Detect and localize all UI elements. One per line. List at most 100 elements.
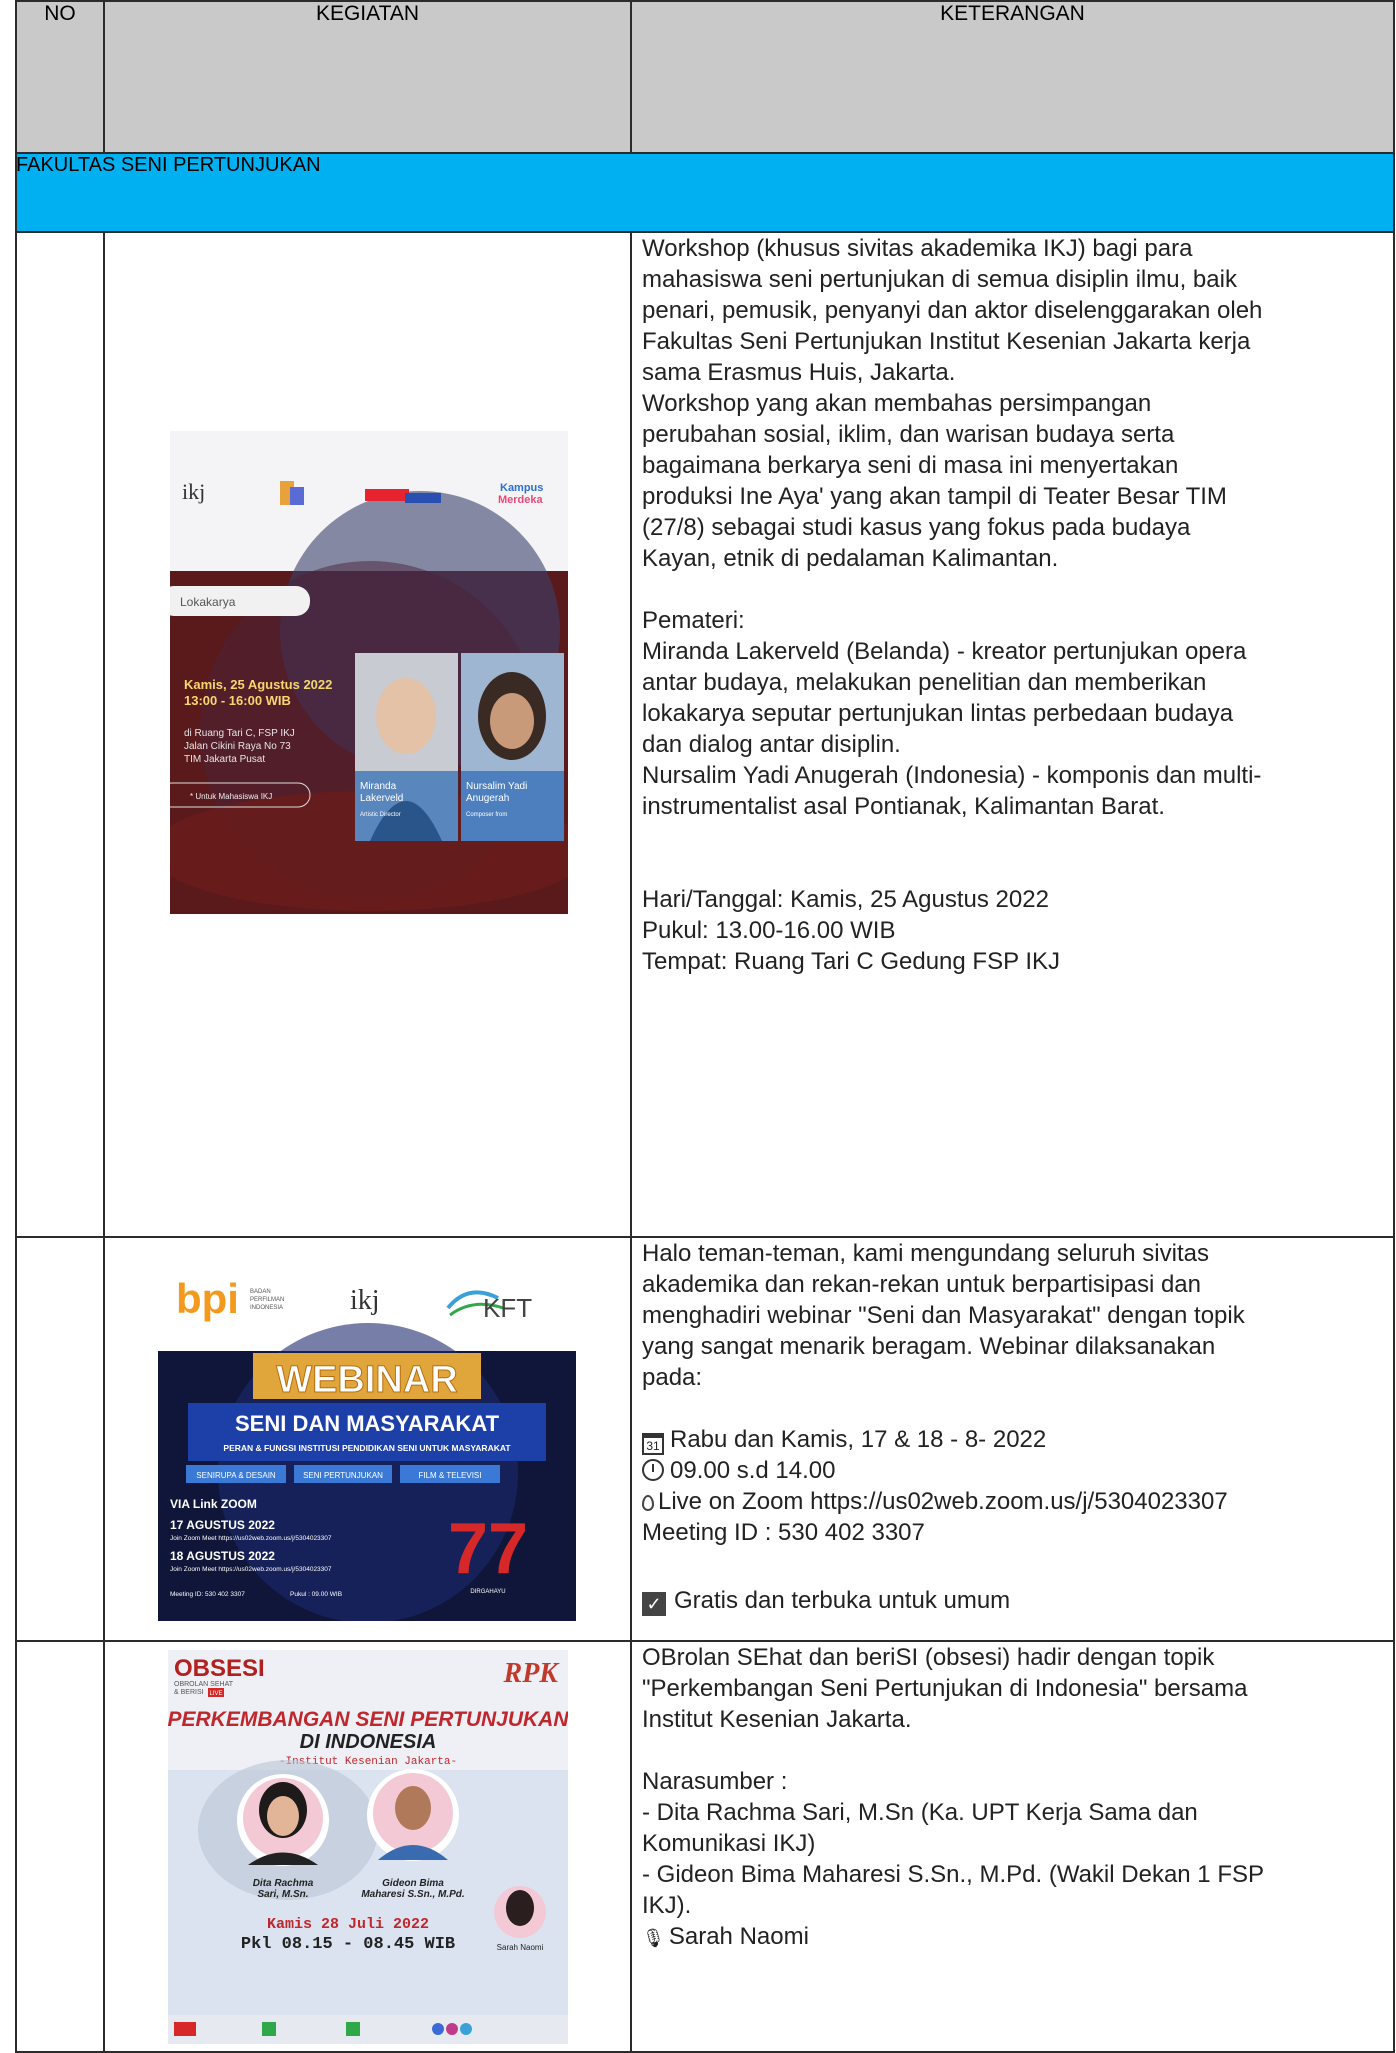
svg-text:Join Zoom Meet https://us02web: Join Zoom Meet https://us02web.zoom.us/j… [170,1535,332,1542]
description-line: Miranda Lakerveld (Belanda) - kreator pe… [642,638,1247,665]
description-line: Kayan, etnik di pedalaman Kalimantan. [642,545,1059,572]
svg-text:SENI DAN MASYARAKAT: SENI DAN MASYARAKAT [235,1411,500,1436]
svg-text:Anugerah: Anugerah [466,793,509,804]
table-row: ikj Kampus Merdeka Lokakarya Kamis, 25 A… [15,231,1395,1238]
description-line: antar budaya, melakukan penelitian dan m… [642,669,1207,696]
row-number-cell [15,1640,105,2053]
svg-text:Lokakarya: Lokakarya [180,595,236,609]
description-line: Tempat: Ruang Tari C Gedung FSP IKJ [642,948,1060,975]
svg-text:13:00 - 16:00 WIB: 13:00 - 16:00 WIB [184,693,291,708]
location-pin-icon [642,1495,654,1511]
keterangan-cell: Halo teman-teman, kami mengundang seluru… [630,1236,1395,1642]
description-line: Narasumber : [642,1768,788,1795]
svg-text:Composer from: Composer from [466,812,507,818]
svg-text:Pukul : 09.00 WIB: Pukul : 09.00 WIB [290,1591,342,1598]
description-line: akademika dan rekan-rekan untuk berparti… [642,1271,1201,1298]
description-line: pada: [642,1364,703,1391]
date-text: Rabu dan Kamis, 17 & 18 - 8- 2022 [670,1426,1047,1453]
svg-text:Nursalim Yadi: Nursalim Yadi [466,781,527,792]
zoom-link-text[interactable]: Live on Zoom https://us02web.zoom.us/j/5… [658,1488,1228,1515]
header-kegiatan: KEGIATAN [103,0,632,154]
free-line: ✓ Gratis dan terbuka untuk umum [642,1585,1383,1616]
svg-text:Join Zoom Meet https://us02web: Join Zoom Meet https://us02web.zoom.us/j… [170,1566,332,1573]
description-line: perubahan sosial, iklim, dan warisan bud… [642,421,1175,448]
row-number-cell [15,1236,105,1642]
description-line: - Dita Rachma Sari, M.Sn (Ka. UPT Kerja … [642,1799,1198,1826]
description-line: (27/8) sebagai studi kasus yang fokus pa… [642,514,1191,541]
description-line: Workshop (khusus sivitas akademika IKJ) … [642,235,1193,262]
svg-text:Dita Rachma: Dita Rachma [253,1878,314,1889]
section-title: FAKULTAS SENI PERTUNJUKAN [16,154,321,176]
svg-text:18 AGUSTUS 2022: 18 AGUSTUS 2022 [170,1549,275,1563]
svg-text:PERAN & FUNGSI INSTITUSI PENDI: PERAN & FUNGSI INSTITUSI PENDIDIKAN SENI… [223,1443,511,1453]
description-line: menghadiri webinar "Seni dan Masyarakat"… [642,1302,1245,1329]
svg-text:Sari, M.Sn.: Sari, M.Sn. [257,1889,308,1900]
svg-text:Sarah Naomi: Sarah Naomi [497,1943,544,1952]
svg-text:Kamis 28 Juli 2022: Kamis 28 Juli 2022 [267,1916,429,1933]
svg-text:BADAN: BADAN [250,1289,271,1295]
svg-text:& BERISI: & BERISI [174,1689,204,1696]
table-row: OBSESI OBROLAN SEHAT & BERISI LIVE RPK P… [15,1640,1395,2053]
svg-text:FILM & TELEVISI: FILM & TELEVISI [419,1471,482,1480]
description-line: penari, pemusik, penyanyi dan aktor dise… [642,297,1263,324]
description-line: Nursalim Yadi Anugerah (Indonesia) - kom… [642,762,1262,789]
description-line: "Perkembangan Seni Pertunjukan di Indone… [642,1675,1248,1702]
svg-text:Kampus: Kampus [500,482,543,494]
description-line: instrumentalist asal Pontianak, Kalimant… [642,793,1165,820]
header-keterangan: KETERANGAN [630,0,1395,154]
host-line: 🎙 Sarah Naomi [642,1921,1383,1954]
description-line: dan dialog antar disiplin. [642,731,901,758]
svg-text:PERKEMBANGAN SENI PERTUNJUKAN: PERKEMBANGAN SENI PERTUNJUKAN [168,1708,568,1731]
description-line: Pemateri: [642,607,745,634]
svg-text:Maharesi S.Sn., M.Pd.: Maharesi S.Sn., M.Pd. [361,1889,464,1900]
keterangan-cell: Workshop (khusus sivitas akademika IKJ) … [630,231,1395,1238]
description-line: lokakarya seputar pertunjukan lintas per… [642,700,1234,727]
svg-text:Lakerveld: Lakerveld [360,793,403,804]
svg-text:KFT: KFT [483,1293,532,1323]
svg-text:PERFILMAN: PERFILMAN [250,1297,284,1303]
description-line: Komunikasi IKJ) [642,1830,816,1857]
kegiatan-cell: bpi BADAN PERFILMAN INDONESIA ikj KFT WE… [103,1236,632,1642]
section-row: FAKULTAS SENI PERTUNJUKAN [15,152,1395,233]
svg-text:Miranda: Miranda [360,781,397,792]
description-line: bagaimana berkarya seni di masa ini meny… [642,452,1179,479]
time-text: 09.00 s.d 14.00 [670,1457,836,1484]
host-text: Sarah Naomi [668,1923,809,1950]
svg-text:17 AGUSTUS 2022: 17 AGUSTUS 2022 [170,1518,275,1532]
svg-text:DIRGAHAYU: DIRGAHAYU [470,1589,505,1595]
description-line: Halo teman-teman, kami mengundang seluru… [642,1240,1209,1267]
svg-text:Meeting ID: 530 402 3307: Meeting ID: 530 402 3307 [170,1591,245,1598]
row2-description: Halo teman-teman, kami mengundang seluru… [642,1238,1383,1393]
svg-text:Artistic Director: Artistic Director [360,812,401,818]
description-line: Workshop yang akan membahas persimpangan [642,390,1152,417]
description-line [642,1735,1383,1766]
svg-text:Kamis, 25 Agustus 2022: Kamis, 25 Agustus 2022 [184,677,332,692]
description-line: sama Erasmus Huis, Jakarta. [642,359,956,386]
description-line: IKJ). [642,1892,692,1919]
description-line: produksi Ine Aya' yang akan tampil di Te… [642,483,1227,510]
svg-text:Jalan Cikini Raya No 73: Jalan Cikini Raya No 73 [184,741,291,752]
workshop-poster: ikj Kampus Merdeka Lokakarya Kamis, 25 A… [170,431,568,914]
free-text: Gratis dan terbuka untuk umum [674,1587,1011,1614]
date-line: 31 Rabu dan Kamis, 17 & 18 - 8- 2022 [642,1424,1383,1455]
row1-description: Workshop (khusus sivitas akademika IKJ) … [642,233,1383,977]
activity-table: NO KEGIATAN KETERANGAN FAKULTAS SENI PER… [15,0,1395,2053]
description-line [642,853,1383,884]
bpi-logo-text: bpi [176,1275,239,1322]
kegiatan-cell: OBSESI OBROLAN SEHAT & BERISI LIVE RPK P… [103,1640,632,2053]
description-line: mahasiswa seni pertunjukan di semua disi… [642,266,1237,293]
obsesi-poster: OBSESI OBROLAN SEHAT & BERISI LIVE RPK P… [168,1650,568,2044]
table-row: bpi BADAN PERFILMAN INDONESIA ikj KFT WE… [15,1236,1395,1642]
svg-text:ikj: ikj [350,1285,380,1316]
section-title-cell: FAKULTAS SENI PERTUNJUKAN [15,152,1395,233]
meeting-id-text: Meeting ID : 530 402 3307 [642,1519,925,1546]
description-line: Pukul: 13.00-16.00 WIB [642,917,896,944]
calendar-icon: 31 [642,1433,664,1455]
header-no: NO [15,0,105,154]
description-line: - Gideon Bima Maharesi S.Sn., M.Pd. (Wak… [642,1861,1264,1888]
zoom-line: Live on Zoom https://us02web.zoom.us/j/5… [642,1486,1383,1517]
description-line: Fakultas Seni Pertunjukan Institut Kesen… [642,328,1251,355]
time-line: 09.00 s.d 14.00 [642,1455,1383,1486]
svg-text:SENI PERTUNJUKAN: SENI PERTUNJUKAN [303,1471,383,1480]
svg-text:OBROLAN SEHAT: OBROLAN SEHAT [174,1681,234,1688]
